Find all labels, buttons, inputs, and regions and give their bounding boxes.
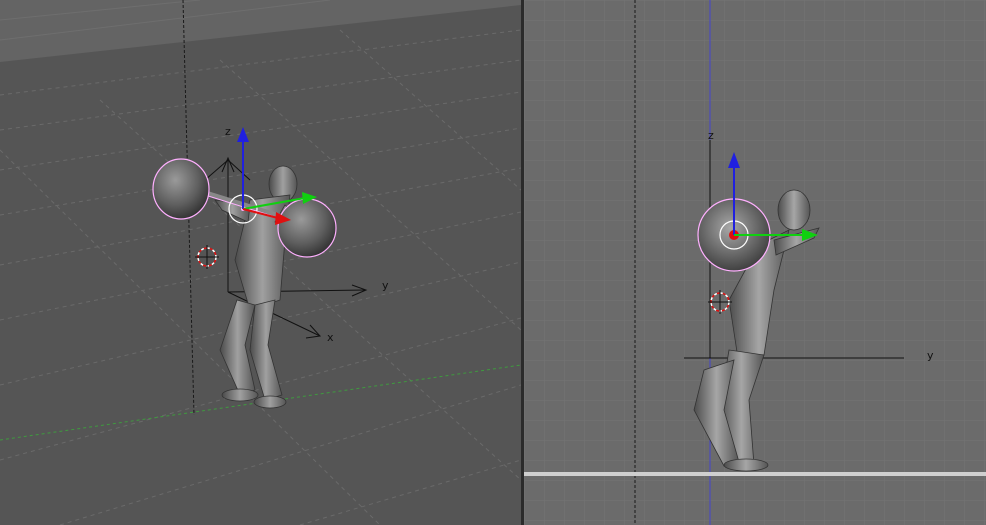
axis-label-z: z [225, 125, 231, 138]
right-plate [277, 198, 337, 258]
axis-label-y: y [382, 279, 389, 292]
side-viewport[interactable]: z y [524, 0, 986, 525]
perspective-viewport[interactable]: z y x [0, 0, 521, 525]
axis-label-z: z [708, 129, 714, 142]
left-plate [152, 158, 210, 220]
perspective-scene [0, 0, 521, 525]
side-scene [524, 0, 986, 525]
axis-label-y: y [927, 349, 934, 362]
3d-cursor-icon [195, 245, 219, 269]
axis-label-x: x [327, 331, 334, 344]
